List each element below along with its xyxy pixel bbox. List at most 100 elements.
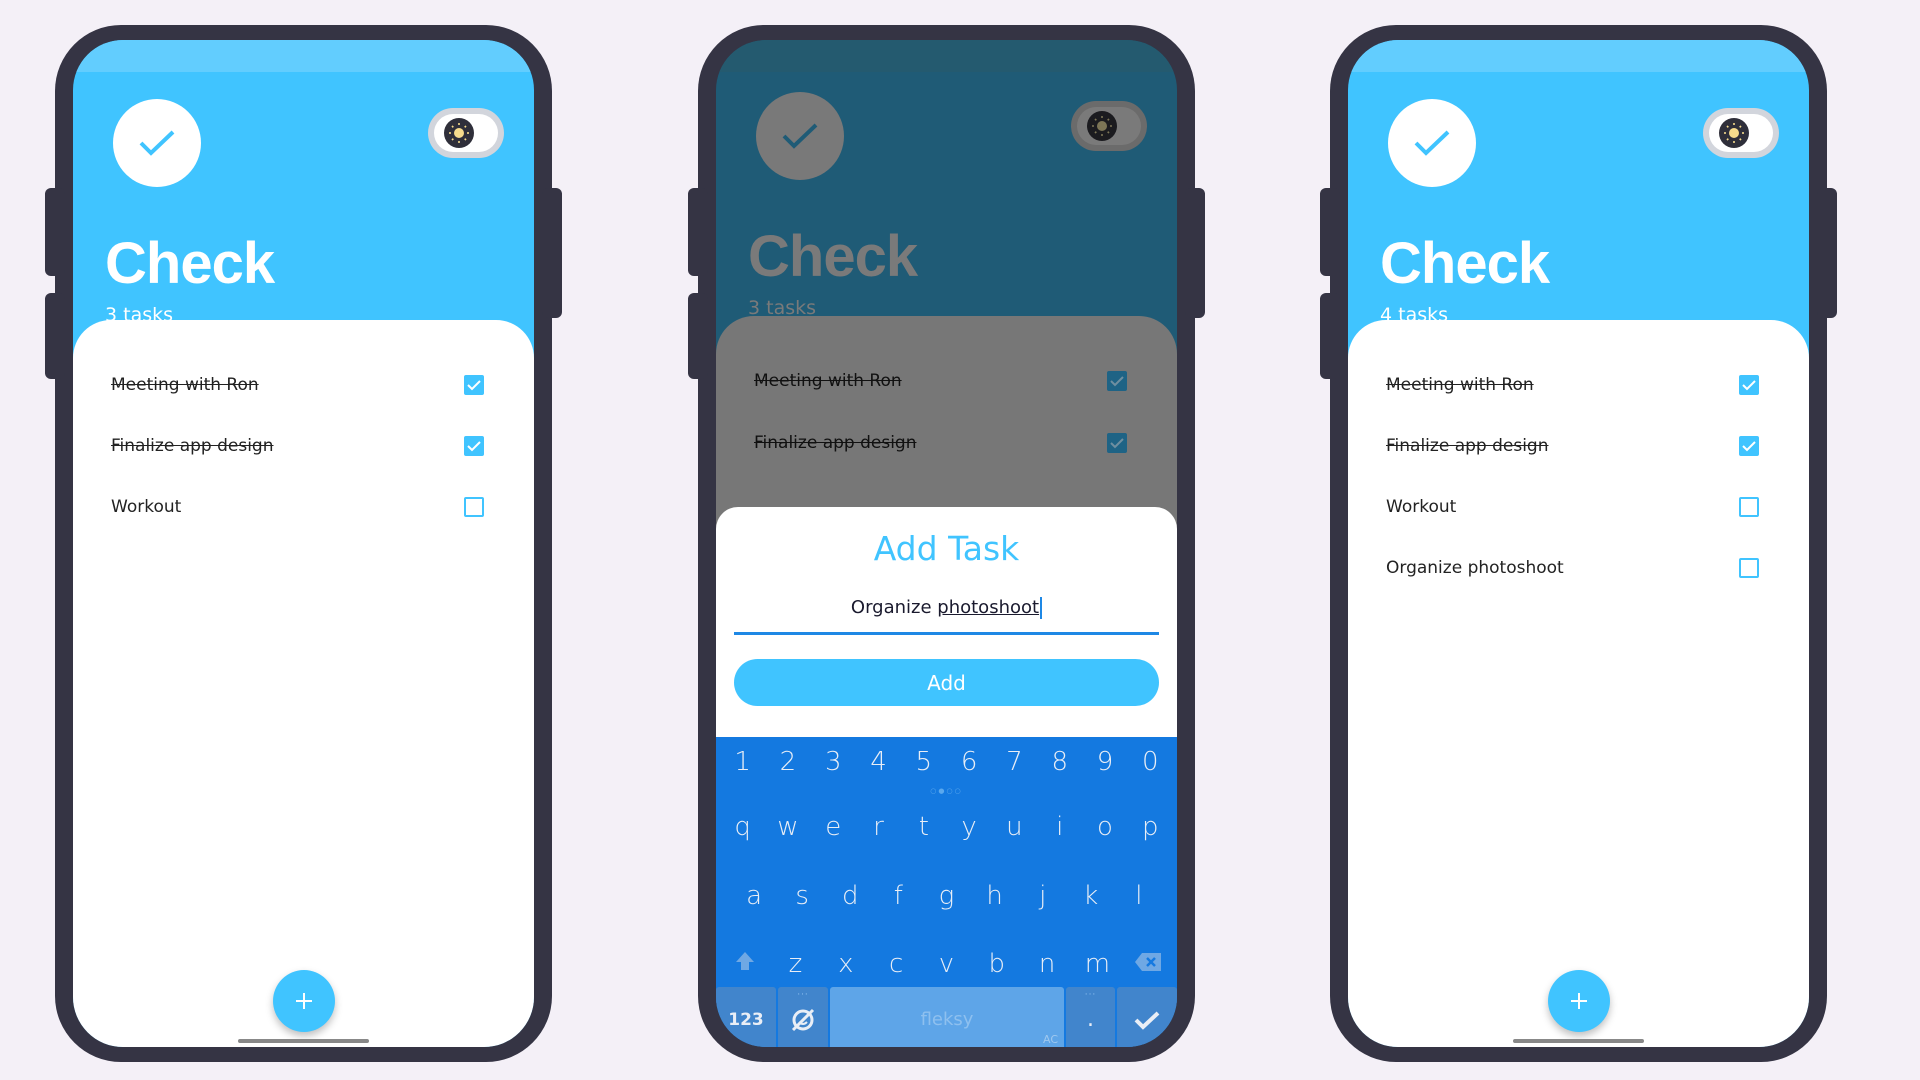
keyboard-row-3: zxcvbnm (716, 949, 1177, 979)
backspace-key[interactable] (1127, 949, 1169, 979)
home-indicator[interactable] (1513, 1039, 1644, 1043)
shift-key[interactable] (724, 949, 766, 979)
key-j[interactable]: j (1022, 881, 1064, 911)
key-a[interactable]: a (733, 881, 775, 911)
key-g[interactable]: g (925, 881, 967, 911)
task-item[interactable]: Workout (111, 487, 496, 527)
key-o[interactable]: o (1084, 812, 1126, 842)
task-checkbox (1107, 371, 1127, 391)
checkmark-icon (1110, 437, 1124, 448)
task-checkbox[interactable] (464, 497, 484, 517)
checkmark-icon (1742, 379, 1756, 390)
task-item: Meeting with Ron (754, 361, 1139, 401)
key-w[interactable]: w (767, 812, 809, 842)
key-z[interactable]: z (774, 949, 816, 979)
keyboard-number-row: 1234567890 (716, 747, 1177, 777)
period-key[interactable]: ··· . (1066, 987, 1115, 1047)
task-label: Workout (111, 497, 182, 517)
volume-down-button (688, 293, 708, 379)
task-item[interactable]: Workout (1386, 487, 1771, 527)
volume-down-button (45, 293, 65, 379)
app-logo (756, 92, 844, 180)
task-item[interactable]: Meeting with Ron (111, 365, 496, 405)
key-i[interactable]: i (1039, 812, 1081, 842)
add-task-dialog: Add Task Organize photoshoot Add (716, 507, 1177, 737)
task-label: Finalize app design (754, 433, 917, 453)
add-task-button[interactable] (273, 970, 335, 1032)
task-item[interactable]: Finalize app design (111, 426, 496, 466)
app-header: Check 3 tasks (73, 72, 534, 362)
task-item[interactable]: Finalize app design (1386, 426, 1771, 466)
key-k[interactable]: k (1070, 881, 1112, 911)
key-d[interactable]: d (829, 881, 871, 911)
task-item[interactable]: Organize photoshoot (1386, 548, 1771, 588)
theme-toggle[interactable] (428, 108, 504, 158)
numbers-key[interactable]: 123 (716, 987, 776, 1047)
shift-arrow-icon (736, 952, 755, 970)
key-0[interactable]: 0 (1129, 747, 1171, 777)
emoji-key[interactable]: ··· (778, 987, 828, 1047)
task-checkbox (1107, 433, 1127, 453)
app-screen: Check 3 tasks Meeting with Ron Finalize … (716, 40, 1177, 1047)
task-label: Meeting with Ron (754, 371, 902, 391)
key-y[interactable]: y (948, 812, 990, 842)
key-x[interactable]: x (825, 949, 867, 979)
keyboard-bottom-row: 123 ··· fleksy AC ··· . (716, 987, 1177, 1047)
status-bar (73, 40, 534, 72)
checkmark-icon (467, 440, 481, 451)
task-list: Meeting with Ron Finalize app design Wor… (1348, 320, 1809, 1047)
theme-toggle[interactable] (1071, 101, 1147, 151)
key-s[interactable]: s (781, 881, 823, 911)
task-checkbox[interactable] (464, 436, 484, 456)
key-r[interactable]: r (858, 812, 900, 842)
task-item[interactable]: Meeting with Ron (1386, 365, 1771, 405)
key-4[interactable]: 4 (858, 747, 900, 777)
dialog-title: Add Task (873, 529, 1020, 568)
key-n[interactable]: n (1026, 949, 1068, 979)
key-2[interactable]: 2 (767, 747, 809, 777)
keyboard-row-2: asdfghjkl (716, 881, 1177, 911)
key-6[interactable]: 6 (948, 747, 990, 777)
key-l[interactable]: l (1118, 881, 1160, 911)
task-checkbox[interactable] (1739, 558, 1759, 578)
task-name-input[interactable]: Organize photoshoot (734, 585, 1159, 635)
plus-icon (1571, 993, 1587, 1009)
key-q[interactable]: q (722, 812, 764, 842)
key-9[interactable]: 9 (1084, 747, 1126, 777)
power-button (1185, 188, 1205, 318)
task-checkbox[interactable] (464, 375, 484, 395)
key-f[interactable]: f (877, 881, 919, 911)
app-screen: Check 4 tasks Meeting with Ron Finalize … (1348, 40, 1809, 1047)
app-title: Check (1380, 231, 1550, 296)
theme-toggle[interactable] (1703, 108, 1779, 158)
key-v[interactable]: v (925, 949, 967, 979)
key-p[interactable]: p (1129, 812, 1171, 842)
check-icon (139, 130, 175, 156)
key-c[interactable]: c (875, 949, 917, 979)
key-e[interactable]: e (812, 812, 854, 842)
toggle-knob (444, 118, 474, 148)
enter-key[interactable] (1117, 987, 1177, 1047)
task-checkbox[interactable] (1739, 436, 1759, 456)
key-h[interactable]: h (974, 881, 1016, 911)
task-checkbox[interactable] (1739, 375, 1759, 395)
key-5[interactable]: 5 (903, 747, 945, 777)
sun-icon (1092, 116, 1112, 136)
key-8[interactable]: 8 (1039, 747, 1081, 777)
key-m[interactable]: m (1076, 949, 1118, 979)
power-button (1817, 188, 1837, 318)
volume-down-button (1320, 293, 1340, 379)
add-button[interactable]: Add (734, 659, 1159, 706)
key-t[interactable]: t (903, 812, 945, 842)
key-7[interactable]: 7 (993, 747, 1035, 777)
key-1[interactable]: 1 (722, 747, 764, 777)
task-label: Meeting with Ron (111, 375, 259, 395)
emoji-disabled-icon (791, 1008, 815, 1031)
key-u[interactable]: u (993, 812, 1035, 842)
task-checkbox[interactable] (1739, 497, 1759, 517)
add-task-button[interactable] (1548, 970, 1610, 1032)
space-key[interactable]: fleksy AC (830, 987, 1064, 1047)
key-b[interactable]: b (976, 949, 1018, 979)
home-indicator[interactable] (238, 1039, 369, 1043)
key-3[interactable]: 3 (812, 747, 854, 777)
